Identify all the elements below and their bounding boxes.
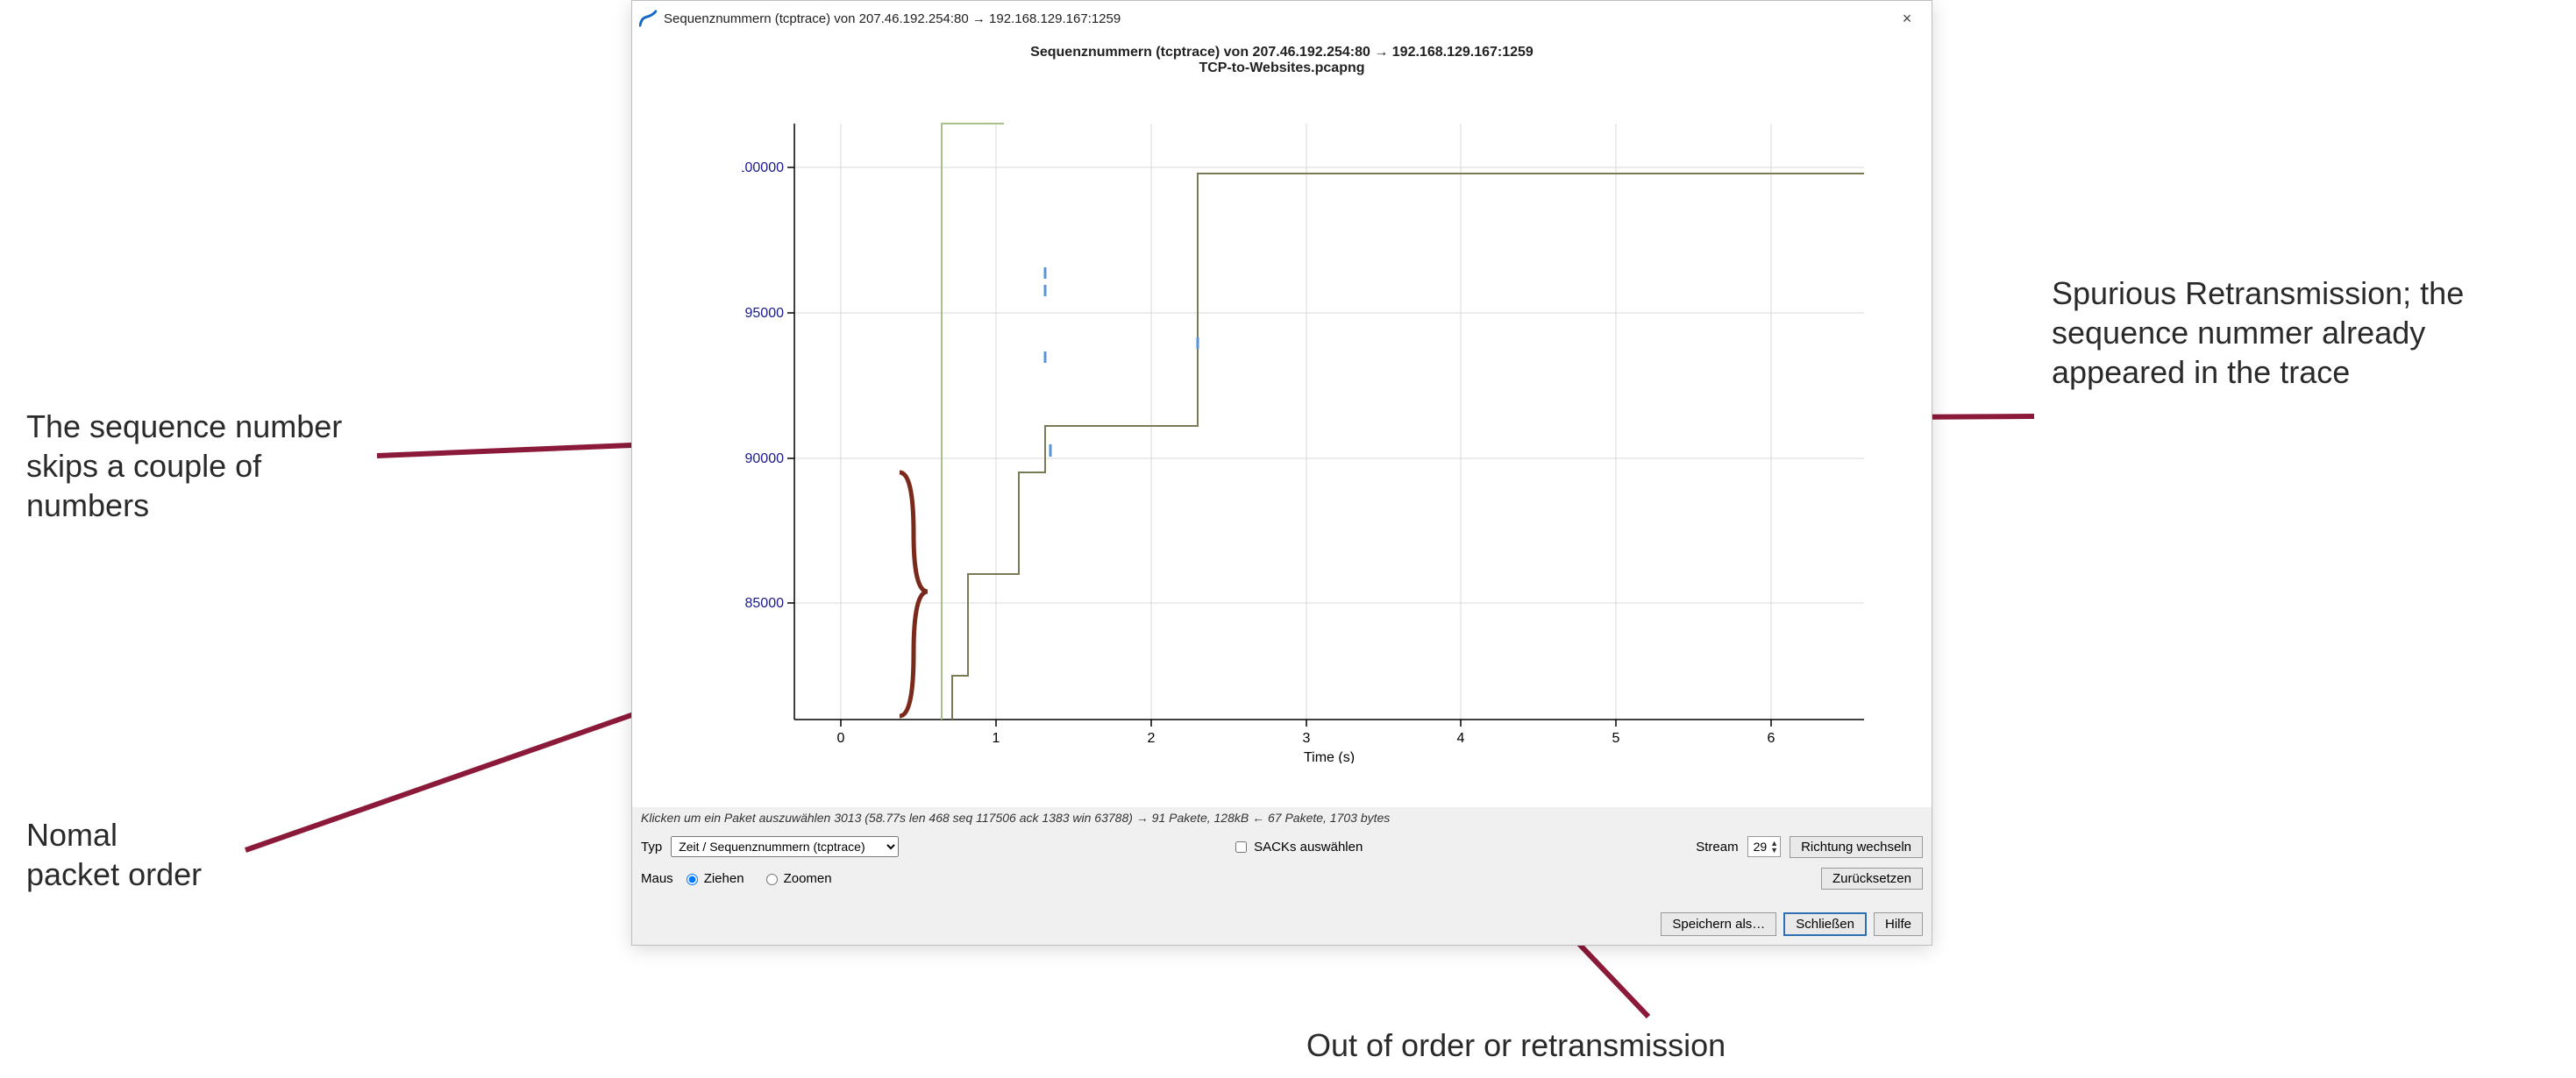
window-title: Sequenznummern (tcptrace) von 207.46.192… [664, 11, 1889, 26]
speichern-button[interactable]: Speichern als… [1661, 912, 1776, 936]
ticks [787, 167, 1771, 727]
svg-text:5: 5 [1612, 731, 1620, 746]
svg-text:100000: 100000 [742, 160, 784, 175]
y-tick-labels: 85000 90000 95000 100000 [742, 160, 784, 611]
maus-label: Maus [641, 871, 673, 886]
gridlines [794, 124, 1864, 720]
svg-text:1: 1 [993, 731, 1000, 746]
wireshark-window: Sequenznummern (tcptrace) von 207.46.192… [631, 0, 1932, 946]
controls-panel: Typ Zeit / Sequenznummern (tcptrace) SAC… [632, 828, 1932, 905]
annotation-spurious: Spurious Retransmission; the sequence nu… [2052, 273, 2534, 392]
x-axis-label: Time (s) [1304, 750, 1355, 763]
wireshark-icon [639, 10, 657, 27]
zoomen-radio[interactable]: Zoomen [762, 871, 832, 886]
zuruck-button[interactable]: Zurücksetzen [1821, 868, 1923, 890]
hilfe-button[interactable]: Hilfe [1874, 912, 1923, 936]
annotation-ooo: Out of order or retransmission [1306, 1025, 1920, 1065]
schliessen-button[interactable]: Schließen [1783, 912, 1867, 936]
bracket [900, 472, 928, 716]
dialog-buttons: Speichern als… Schließen Hilfe [632, 905, 1932, 945]
svg-text:4: 4 [1457, 731, 1465, 746]
chart-subtitle: TCP-to-Websites.pcapng [632, 60, 1932, 76]
chart-plot[interactable]: 85000 90000 95000 100000 0 1 2 3 4 5 6 T… [742, 115, 1882, 763]
typ-label: Typ [641, 840, 662, 855]
stream-spinner[interactable]: 29 ▲▼ [1747, 836, 1782, 857]
close-button[interactable]: × [1889, 1, 1925, 36]
chart-title: Sequenznummern (tcptrace) von 207.46.192… [632, 45, 1932, 60]
annotation-skip: The sequence number skips a couple of nu… [26, 407, 377, 525]
x-tick-labels: 0 1 2 3 4 5 6 [837, 731, 1775, 746]
svg-text:90000: 90000 [745, 451, 785, 466]
richtung-button[interactable]: Richtung wechseln [1790, 836, 1923, 858]
sacks-checkbox[interactable]: SACKs auswählen [1232, 839, 1363, 855]
svg-text:95000: 95000 [745, 306, 785, 321]
series-dup [1045, 267, 1198, 457]
ziehen-radio[interactable]: Ziehen [682, 871, 744, 886]
svg-text:2: 2 [1148, 731, 1156, 746]
svg-text:3: 3 [1303, 731, 1311, 746]
series-main [952, 174, 1864, 720]
chart-area: Sequenznummern (tcptrace) von 207.46.192… [632, 45, 1932, 807]
status-bar: Klicken um ein Paket auszuwählen 3013 (5… [632, 807, 1932, 828]
series-win [942, 124, 1004, 720]
stream-label: Stream [1696, 840, 1738, 855]
typ-select[interactable]: Zeit / Sequenznummern (tcptrace) [671, 836, 899, 857]
svg-text:85000: 85000 [745, 596, 785, 611]
titlebar: Sequenznummern (tcptrace) von 207.46.192… [632, 1, 1932, 36]
axes [794, 124, 1864, 720]
annotation-normal: Nomal packet order [26, 815, 289, 894]
svg-text:0: 0 [837, 731, 845, 746]
svg-text:6: 6 [1768, 731, 1775, 746]
